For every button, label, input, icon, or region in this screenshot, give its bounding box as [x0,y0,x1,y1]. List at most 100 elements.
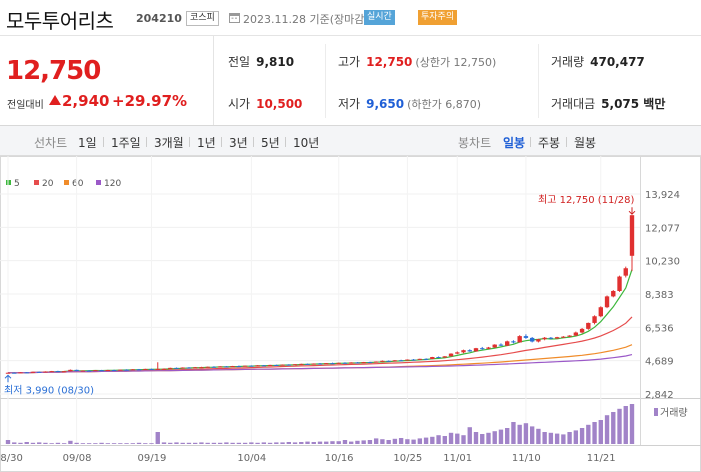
divider [566,137,567,147]
volume-bar [230,442,235,444]
tab-period-5y[interactable]: 5년 [261,134,280,151]
candle-body [442,356,447,358]
candle-body [480,348,485,350]
volume-bar [317,441,323,444]
volume-bar [242,442,248,444]
candle-body [436,357,441,359]
volume-bar [442,436,447,444]
tab-period-1d[interactable]: 1일 [78,134,97,151]
volume-bar [536,428,541,444]
candle-body [529,337,535,342]
candle-body [367,362,373,364]
tab-candle-weekly[interactable]: 주봉 [538,134,560,151]
realtime-badge[interactable]: 실시간 [364,10,395,25]
x-tick-label: 11/10 [512,453,541,464]
volume-bar [180,442,185,444]
candle-body [361,362,366,364]
volume-bar [461,435,466,444]
volume-bar [211,442,217,444]
candle-body [230,366,235,368]
volume-bar [111,443,117,444]
candle-body [155,368,160,370]
candlestick-chart[interactable]: 거래량 최고 12,750 (11/28) 최저 3,990 (08/30) 13,… [0,156,701,472]
volume-bar [217,442,223,444]
upper-limit: (상한가 12,750) [415,56,497,69]
candle-body [380,360,385,362]
volume-bar [249,442,254,444]
price-change-pct: +29.97% [112,92,188,110]
volume-bar [86,443,92,444]
current-price: 12,750 [6,56,101,86]
candle-body [149,368,154,370]
low-label: 저가 [338,97,361,111]
candle-body [5,372,11,374]
tab-candle-monthly[interactable]: 월봉 [574,134,596,151]
y-axis: 13,924 12,077 10,230 8,383 6,536 4,689 2,842 [645,190,680,401]
volume-bar [118,443,123,444]
candle-body [561,336,566,338]
candle-body [598,307,603,317]
candle-body [486,347,491,349]
volume-bar [336,441,341,444]
y-tick-label: 6,536 [645,323,674,334]
candle-body [74,369,79,371]
amount-value: 5,075 백만 [601,97,666,111]
tab-candle-daily[interactable]: 일봉 [503,134,525,151]
volume-bar [193,442,198,444]
price-summary: 12,750 전일대비 2,940 +29.97% 전일 9,810 시가 10,5… [0,36,701,126]
volume-bar [174,442,179,444]
volume-bar [105,443,111,444]
candle-body [105,370,111,372]
prev-compare-label: 전일대비 [7,100,44,111]
tab-period-1w[interactable]: 1주일 [111,134,141,151]
volume-bar [80,443,86,444]
candle-body [224,366,229,368]
volume-bar [155,432,160,444]
candle-body [586,322,591,329]
candle-body [324,363,329,365]
volume-bar [267,442,273,444]
candle-body [86,370,92,372]
volume-bar [586,424,591,444]
candle-body [193,367,198,369]
volume-bar [579,428,585,444]
x-tick-label: 10/25 [393,453,422,464]
volume-bar [286,442,291,444]
candle-body [12,372,17,374]
x-tick-label: 10/04 [237,453,266,464]
volume-bar [448,432,454,444]
divider [285,137,286,147]
stock-name: 모두투어리츠 [6,9,114,33]
volume-bar [554,433,560,444]
divider [189,137,190,147]
candle-body [573,332,579,336]
candle-body [180,367,185,369]
candle-body [505,341,510,346]
candle-body [205,366,210,368]
annotations: 거래량 최고 12,750 (11/28) 최저 3,990 (08/30) [4,194,688,419]
volume-bar [505,428,510,444]
volume-bar [143,443,148,444]
candle-body [373,361,379,363]
x-tick-label: 09/19 [138,453,167,464]
candle-body [311,363,316,365]
candle-body [386,360,391,362]
volume-bar [392,438,398,444]
tab-period-1y[interactable]: 1년 [197,134,216,151]
volume-bar [436,435,441,444]
volume-bar [55,442,61,444]
volume-bar [498,429,504,444]
candle-body [37,371,42,373]
candle-body [24,372,29,374]
tab-period-10y[interactable]: 10년 [293,134,319,151]
candle-chart-label: 봉차트 [458,136,492,150]
volume-bar [161,442,167,444]
candle-body [548,337,554,339]
candle-body [455,352,460,354]
tab-period-3y[interactable]: 3년 [229,134,248,151]
volume-bar [567,432,572,444]
tab-period-3m[interactable]: 3개월 [154,134,184,151]
volume-bar [342,440,348,444]
y-tick-label: 12,077 [645,223,680,234]
volume-bar [12,442,17,444]
